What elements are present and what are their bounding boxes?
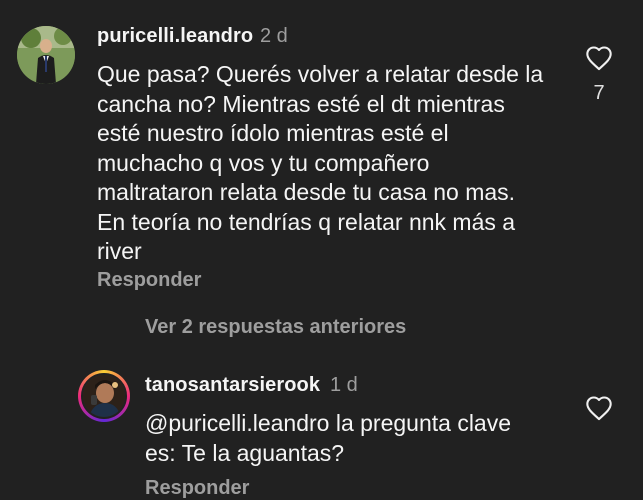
like-count: 7: [593, 82, 605, 104]
mention-link[interactable]: @puricelli.leandro: [145, 410, 329, 436]
reply-button[interactable]: Responder: [145, 477, 249, 500]
reply-text-line1: la pregunta clave: [329, 410, 512, 436]
reply-button[interactable]: Responder: [97, 269, 201, 292]
reply-text: @puricelli.leandro la pregunta clave es: …: [145, 409, 565, 468]
comment-time: 2 d: [260, 25, 288, 47]
avatar-photo: [17, 26, 75, 84]
avatar[interactable]: [17, 26, 75, 84]
reply-time: 1 d: [330, 374, 358, 396]
reply-username[interactable]: tanosantarsierook: [145, 374, 320, 397]
heart-icon[interactable]: [585, 395, 613, 421]
view-previous-replies[interactable]: Ver 2 respuestas anteriores: [145, 316, 406, 339]
avatar-photo: [83, 375, 125, 417]
story-ring[interactable]: [78, 370, 130, 422]
heart-icon[interactable]: [585, 45, 613, 71]
reply-text-line2: es: Te la aguantas?: [145, 439, 345, 466]
comment-username[interactable]: puricelli.leandro: [97, 25, 253, 48]
avatar[interactable]: [81, 373, 127, 419]
comment-text: Que pasa? Querés volver a relatar desde …: [97, 61, 544, 264]
